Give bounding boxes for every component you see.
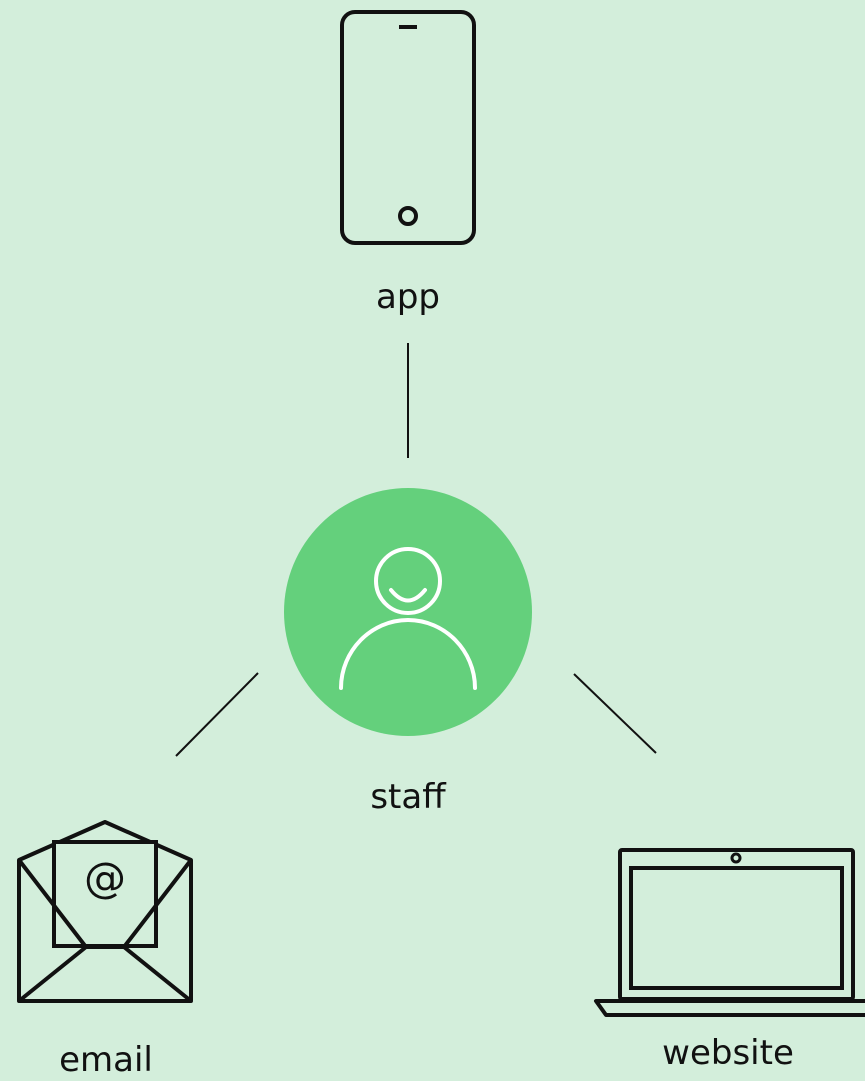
diagram-canvas: @ app staff email website [0, 0, 865, 1081]
center-label-staff: staff [370, 777, 446, 817]
at-sign: @ [84, 853, 126, 902]
smartphone-icon [340, 10, 476, 245]
email-envelope-icon: @ [17, 820, 193, 1003]
connector-email-staff [175, 672, 259, 757]
node-label-app: app [376, 277, 440, 317]
diagram-svg: @ [17, 10, 865, 1017]
node-label-website: website [662, 1033, 794, 1073]
person-icon [284, 488, 532, 736]
node-label-email: email [59, 1040, 153, 1080]
laptop-icon [594, 848, 865, 1017]
connector-website-staff [573, 673, 657, 754]
